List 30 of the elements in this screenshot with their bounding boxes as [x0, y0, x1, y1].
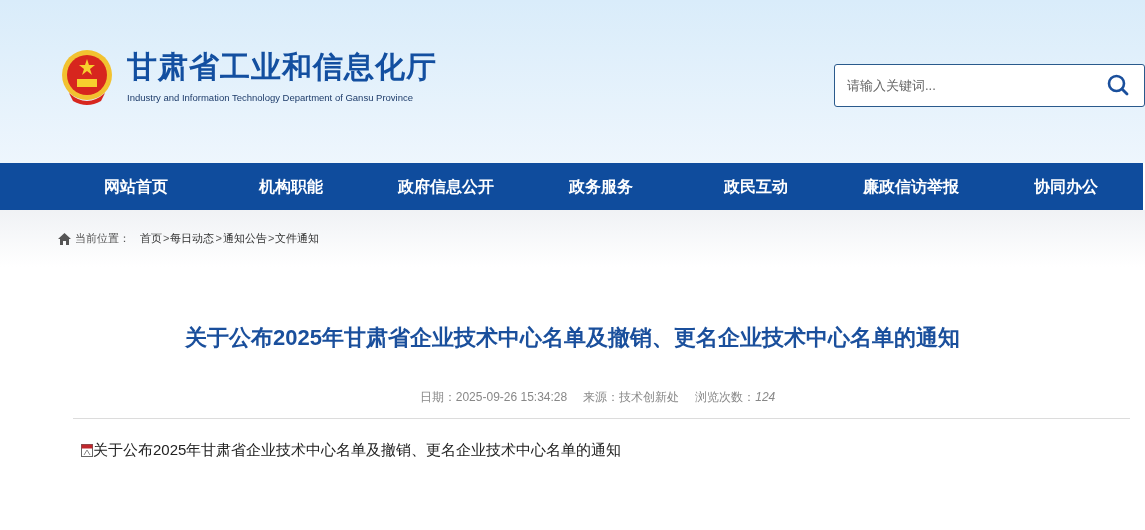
nav-link[interactable]: 网站首页	[103, 174, 168, 199]
search-field[interactable]: 请输入关键词...	[834, 64, 1145, 107]
site-title: 甘肃省工业和信息化厅	[127, 48, 437, 85]
search-icon[interactable]	[1107, 74, 1129, 96]
attachment-link[interactable]: 关于公布2025年甘肃省企业技术中心名单及撤销、更名企业技术中心名单的通知	[93, 439, 622, 462]
meta-label: 来源：	[583, 389, 620, 406]
home-icon	[58, 232, 71, 245]
nav-link[interactable]: 政务服务	[568, 174, 633, 199]
article-title: 关于公布2025年甘肃省企业技术中心名单及撤销、更名企业技术中心名单的通知	[184, 324, 961, 352]
breadcrumb-separator: >	[267, 231, 275, 247]
meta-label: 日期：	[419, 389, 456, 406]
breadcrumb-link[interactable]: 文件通知	[275, 230, 320, 247]
meta-value: 124	[755, 389, 776, 406]
nav-link[interactable]: 机构职能	[258, 174, 323, 199]
breadcrumb-separator: >	[215, 231, 222, 247]
breadcrumb-link[interactable]: 每日动态	[170, 230, 215, 247]
nav-link[interactable]: 政民互动	[723, 174, 788, 199]
nav-link[interactable]: 协同办公	[1033, 174, 1098, 199]
breadcrumb-link[interactable]: 通知公告	[222, 230, 267, 247]
nav-link[interactable]: 廉政信访举报	[862, 174, 959, 199]
location-label: 当前位置：	[75, 231, 130, 247]
nav-link[interactable]: 政府信息公开	[397, 174, 494, 199]
meta-value: 技术创新处	[619, 389, 680, 406]
pdf-file-icon	[81, 443, 93, 457]
breadcrumb-separator: >	[163, 231, 170, 247]
meta-value: 2025-09-26 15:34:28	[455, 389, 568, 406]
meta-label: 浏览次数：	[695, 389, 756, 406]
emblem-logo	[61, 48, 113, 107]
site-subtitle: Industry and Information Technology Department of Gansu Province	[127, 90, 415, 105]
breadcrumb-link[interactable]: 首页	[140, 230, 162, 247]
